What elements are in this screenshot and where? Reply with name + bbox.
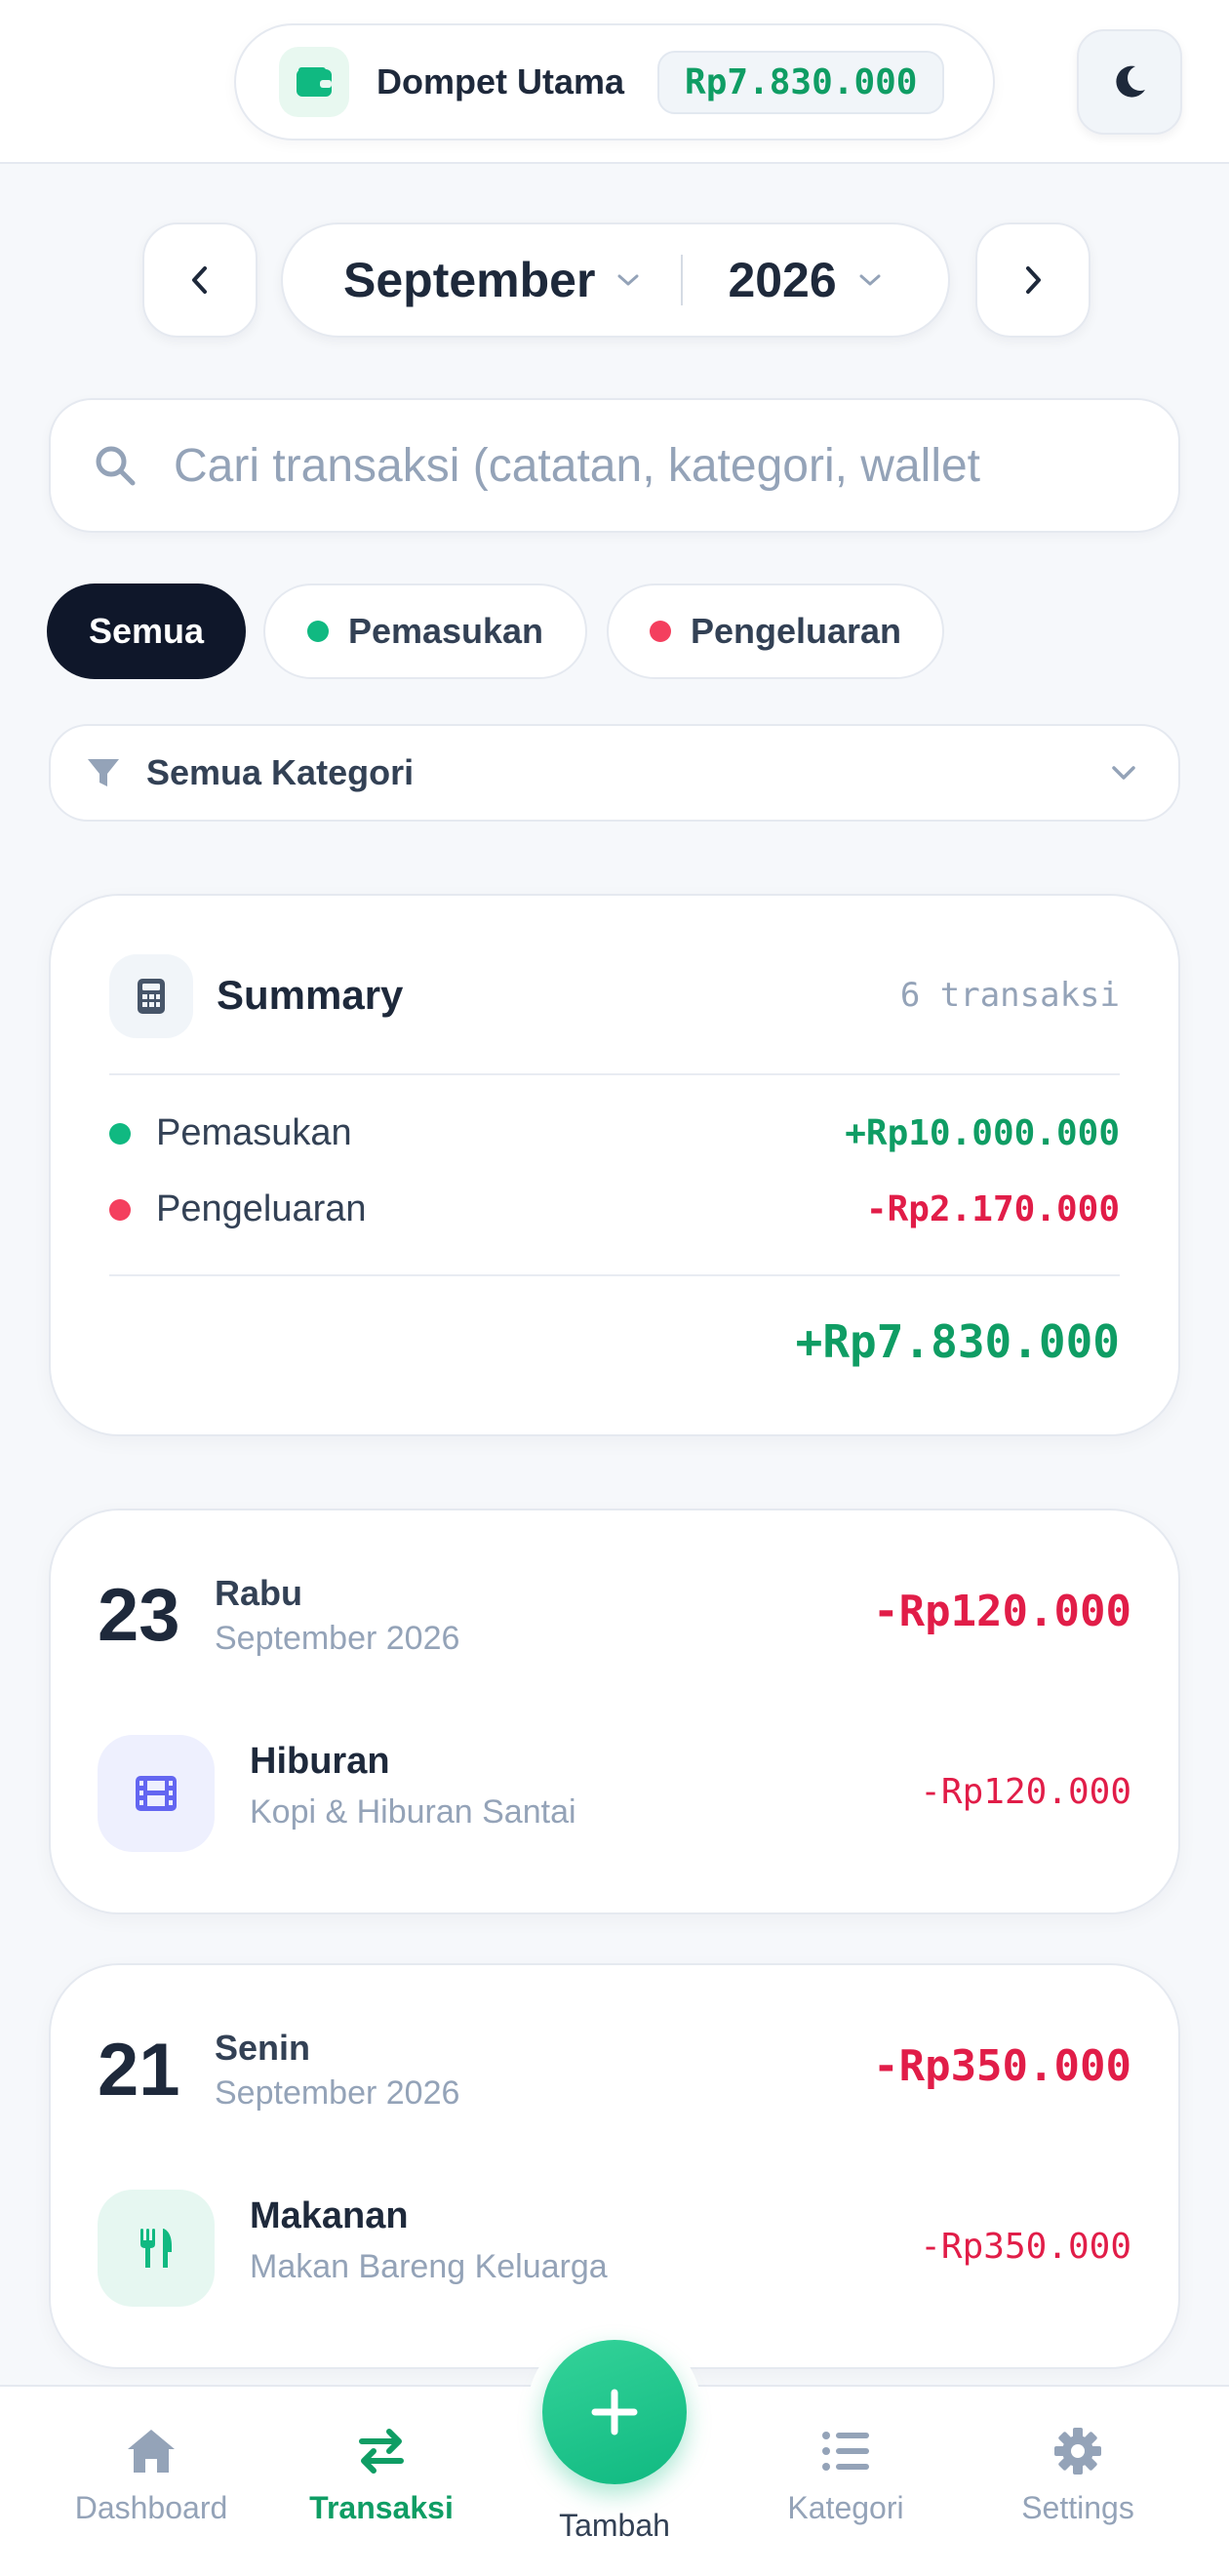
plus-icon: [591, 2389, 638, 2435]
arrows-exchange-icon: [359, 2429, 404, 2474]
nav-dashboard[interactable]: Dashboard: [49, 2426, 254, 2526]
nav-categories[interactable]: Kategori: [743, 2426, 948, 2526]
transaction-amount: -Rp120.000: [920, 1772, 1131, 1812]
day-month-year: September 2026: [215, 2074, 460, 2112]
transaction-amount: -Rp350.000: [920, 2227, 1131, 2267]
wallet-selector[interactable]: Dompet Utama Rp7.830.000: [234, 23, 995, 141]
summary-card: Summary 6 transaksi Pemasukan +Rp10.000.…: [49, 894, 1180, 1436]
day-total: -Rp120.000: [873, 1587, 1131, 1636]
summary-divider: [109, 1073, 1120, 1075]
wallet-balance: Rp7.830.000: [657, 50, 945, 114]
home-icon: [128, 2430, 175, 2473]
filter-all-label: Semua: [88, 611, 205, 651]
transaction-note: Kopi & Hiburan Santai: [250, 1793, 576, 1831]
income-dot: [109, 1122, 131, 1145]
period-selector: September 2026: [281, 222, 950, 338]
gear-icon: [1054, 2428, 1101, 2475]
nav-transactions[interactable]: Transaksi: [279, 2426, 484, 2526]
month-label: September: [343, 253, 596, 307]
year-select[interactable]: 2026: [728, 252, 883, 308]
nav-settings-label: Settings: [1021, 2490, 1134, 2525]
summary-title: Summary: [217, 972, 404, 1018]
chevron-down-icon: [1112, 766, 1135, 780]
add-label: Tambah: [559, 2508, 670, 2543]
utensils-icon: [98, 2190, 215, 2307]
summary-income-row: Pemasukan +Rp10.000.000: [109, 1112, 1120, 1154]
day-group-card: 23 Rabu September 2026 -Rp120.000 Hibura…: [49, 1509, 1180, 1914]
category-filter-select[interactable]: Semua Kategori: [49, 724, 1180, 822]
period-divider: [681, 255, 684, 305]
income-dot: [306, 621, 329, 642]
filter-expense-label: Pengeluaran: [690, 611, 902, 651]
wallet-name: Dompet Utama: [377, 61, 625, 101]
expense-dot: [109, 1198, 131, 1221]
summary-expense-row: Pengeluaran -Rp2.170.000: [109, 1188, 1120, 1230]
summary-expense-value: -Rp2.170.000: [865, 1189, 1120, 1229]
chevron-right-icon: [1026, 266, 1041, 294]
chevron-down-icon: [617, 274, 639, 286]
nav-transactions-label: Transaksi: [309, 2490, 454, 2525]
day-group-card: 21 Senin September 2026 -Rp350.000 Makan…: [49, 1963, 1180, 2369]
filter-icon: [88, 759, 119, 786]
day-weekday: Senin: [215, 2028, 311, 2068]
day-number: 23: [98, 1574, 180, 1657]
moon-icon: [1116, 65, 1145, 98]
calculator-icon: [109, 954, 193, 1038]
theme-toggle-button[interactable]: [1077, 29, 1182, 135]
summary-divider: [109, 1274, 1120, 1276]
category-filter-label: Semua Kategori: [146, 752, 415, 792]
transaction-category: Makanan: [250, 2195, 409, 2236]
summary-income-value: +Rp10.000.000: [845, 1113, 1120, 1153]
film-icon: [98, 1735, 215, 1852]
summary-total: +Rp7.830.000: [795, 1315, 1120, 1368]
day-month-year: September 2026: [215, 1620, 460, 1657]
summary-count: 6 transaksi: [899, 976, 1120, 1015]
search-input[interactable]: [174, 438, 1149, 493]
search-bar: [49, 398, 1180, 533]
filter-all-chip[interactable]: Semua: [47, 584, 246, 679]
transaction-note: Makan Bareng Keluarga: [250, 2248, 608, 2285]
month-select[interactable]: September: [343, 252, 642, 308]
search-icon: [96, 446, 136, 486]
wallet-icon: [279, 47, 349, 117]
chevron-left-icon: [192, 266, 207, 294]
summary-expense-label: Pengeluaran: [156, 1188, 367, 1229]
chevron-down-icon: [859, 274, 881, 286]
filter-income-label: Pemasukan: [347, 611, 544, 651]
day-weekday: Rabu: [215, 1573, 302, 1613]
day-number: 21: [98, 2029, 180, 2112]
expense-dot: [649, 621, 671, 642]
filter-expense-chip[interactable]: Pengeluaran: [607, 584, 944, 679]
add-transaction-button[interactable]: [542, 2340, 687, 2484]
summary-income-label: Pemasukan: [156, 1112, 352, 1153]
nav-dashboard-label: Dashboard: [74, 2490, 228, 2525]
next-month-button[interactable]: [975, 222, 1090, 338]
nav-settings[interactable]: Settings: [975, 2426, 1180, 2526]
prev-month-button[interactable]: [142, 222, 258, 338]
filter-income-chip[interactable]: Pemasukan: [263, 584, 587, 679]
day-total: -Rp350.000: [873, 2041, 1131, 2091]
year-label: 2026: [728, 253, 837, 307]
transaction-category: Hiburan: [250, 1741, 390, 1782]
top-bar: Dompet Utama Rp7.830.000: [0, 0, 1229, 164]
list-icon: [822, 2432, 869, 2471]
nav-categories-label: Kategori: [787, 2490, 904, 2525]
